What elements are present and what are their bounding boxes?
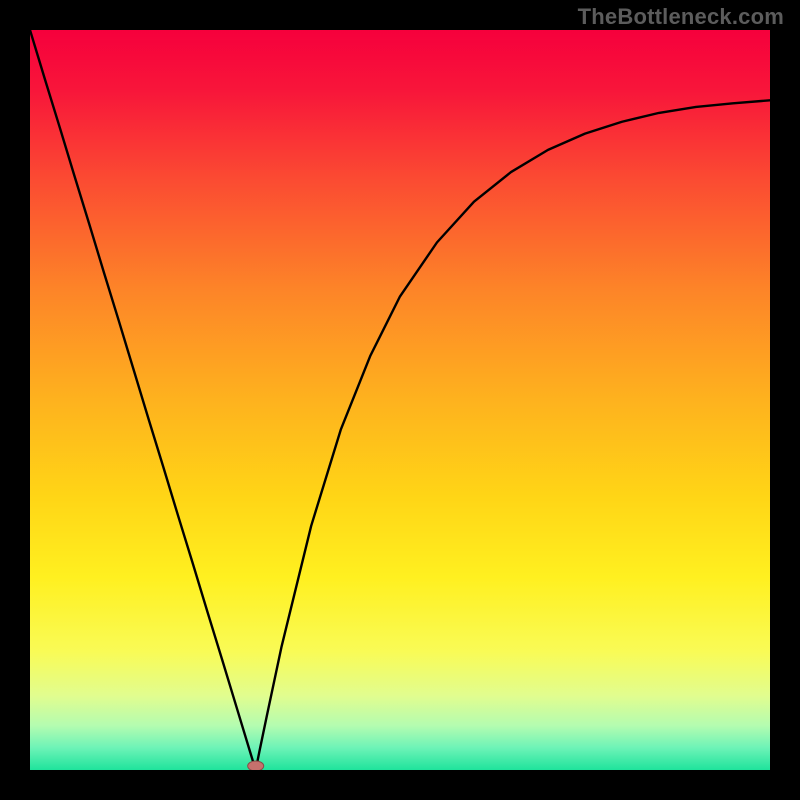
watermark-text: TheBottleneck.com (578, 4, 784, 30)
chart-frame: TheBottleneck.com (0, 0, 800, 800)
plot-area (30, 30, 770, 770)
minimum-marker (248, 761, 264, 770)
plot-svg (30, 30, 770, 770)
gradient-background (30, 30, 770, 770)
